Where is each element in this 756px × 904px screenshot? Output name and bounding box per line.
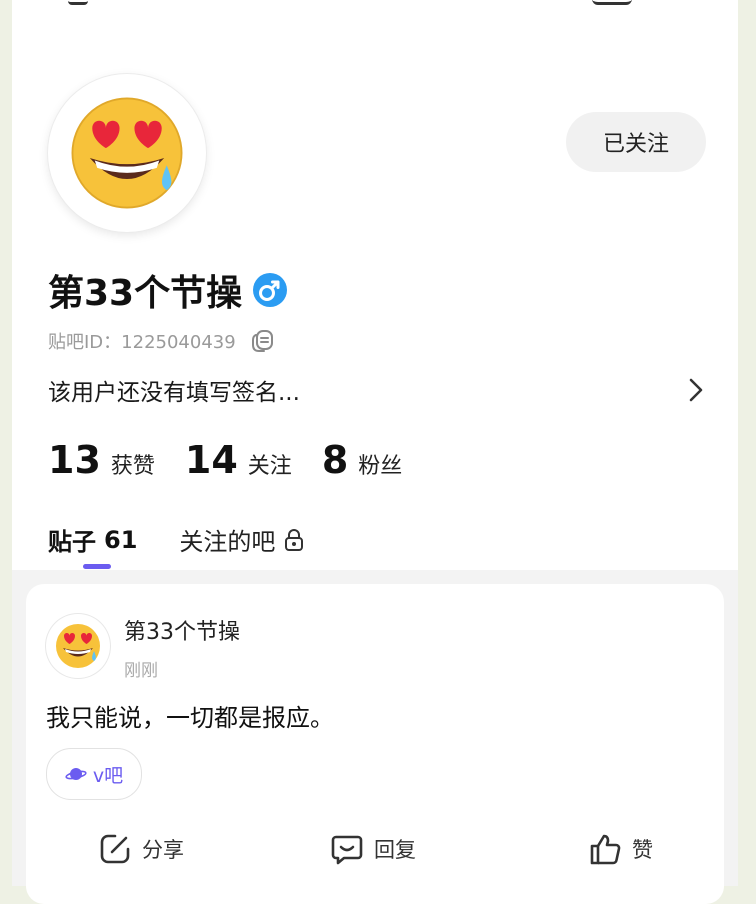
tab-followed-bars[interactable]: 关注的吧 — [179, 522, 305, 557]
more-icon[interactable] — [592, 0, 632, 5]
user-id: 贴吧ID：1225040439 — [48, 332, 236, 353]
lock-icon — [285, 528, 304, 551]
stats-row: 13 获赞 14 关注 8 粉丝 — [48, 438, 432, 482]
tab-posts-count: 61 — [104, 525, 138, 554]
share-icon — [100, 834, 130, 864]
likes-count[interactable]: 13 — [48, 438, 101, 482]
reply-label: 回复 — [374, 838, 416, 862]
post-author-avatar[interactable] — [46, 614, 110, 678]
reply-button[interactable]: 回复 — [330, 832, 416, 866]
heart-eyes-emoji-icon — [71, 97, 183, 209]
tab-bar: 贴子 61 关注的吧 — [48, 522, 305, 569]
bio-text: 该用户还没有填写签名... — [48, 380, 300, 406]
tab-active-indicator — [83, 564, 111, 569]
planet-icon — [65, 768, 87, 780]
share-label: 分享 — [142, 838, 184, 862]
copy-icon[interactable] — [250, 328, 276, 354]
tab-posts[interactable]: 贴子 61 — [48, 522, 138, 569]
back-icon[interactable] — [68, 0, 88, 5]
comment-icon — [331, 835, 363, 865]
like-label: 赞 — [632, 838, 653, 862]
male-icon — [253, 273, 288, 307]
heart-eyes-emoji-icon — [56, 624, 100, 668]
post-timestamp: 刚刚 — [124, 661, 158, 681]
tab-posts-label: 贴子 — [48, 528, 96, 556]
profile-page: 已关注 第33个节操 贴吧ID：1225040439 该用户还没有填写签名...… — [12, 0, 738, 904]
post-card[interactable]: 第33个节操 刚刚 我只能说，一切都是报应。 v吧 分享 回复 赞 — [26, 584, 724, 904]
share-button[interactable]: 分享 — [98, 832, 184, 866]
followers-label[interactable]: 粉丝 — [358, 448, 402, 480]
bio-row[interactable]: 该用户还没有填写签名... — [48, 370, 704, 410]
user-id-row: 贴吧ID：1225040439 — [48, 328, 276, 354]
post-author-name[interactable]: 第33个节操 — [124, 614, 240, 646]
followers-count[interactable]: 8 — [322, 438, 348, 482]
username: 第33个节操 — [48, 273, 243, 314]
following-count[interactable]: 14 — [185, 438, 238, 482]
bar-tag-button[interactable]: v吧 — [46, 748, 142, 800]
avatar[interactable] — [48, 74, 206, 232]
follow-button[interactable]: 已关注 — [566, 112, 706, 172]
post-body[interactable]: 我只能说，一切都是报应。 — [46, 698, 334, 733]
thumbs-up-icon — [590, 834, 621, 865]
name-row: 第33个节操 — [48, 264, 288, 316]
following-label[interactable]: 关注 — [248, 448, 292, 480]
chevron-right-icon — [689, 378, 703, 402]
bar-tag-label: v吧 — [92, 764, 124, 787]
like-button[interactable]: 赞 — [588, 832, 653, 866]
tab-followed-bars-label: 关注的吧 — [179, 528, 276, 556]
likes-label[interactable]: 获赞 — [111, 448, 155, 480]
